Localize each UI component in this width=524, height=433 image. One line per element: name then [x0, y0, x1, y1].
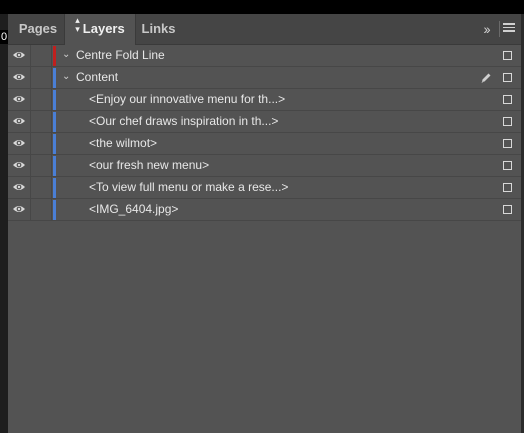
layer-name: Content [76, 70, 119, 84]
tab-pages-label: Pages [18, 21, 58, 36]
eye-icon[interactable] [12, 114, 26, 128]
layer-color-swatch [53, 134, 56, 154]
object-row[interactable]: <the wilmot> [8, 133, 521, 155]
eye-icon[interactable] [12, 48, 26, 62]
pen-icon [479, 71, 493, 85]
chevron-down-icon[interactable]: ⌄ [62, 71, 72, 83]
lock-column[interactable] [30, 89, 31, 110]
select-square-icon[interactable] [503, 205, 512, 214]
column-divider [51, 133, 52, 154]
layer-list: ⌄ Centre Fold Line ⌄ Content <Enjoy our inno… [8, 45, 521, 221]
object-name: <Our chef draws inspiration in th...> [89, 114, 279, 128]
object-row[interactable]: <IMG_6404.jpg> [8, 199, 521, 221]
layer-color-swatch [53, 156, 56, 176]
layer-row[interactable]: ⌄ Content [8, 67, 521, 89]
object-row[interactable]: <To view full menu or make a rese...> [8, 177, 521, 199]
column-divider [51, 199, 52, 220]
lock-column[interactable] [30, 155, 31, 176]
column-divider [51, 111, 52, 132]
column-divider [51, 45, 52, 66]
eye-icon[interactable] [12, 202, 26, 216]
layer-color-swatch [53, 46, 56, 66]
lock-column[interactable] [30, 177, 31, 198]
layer-color-swatch [53, 112, 56, 132]
column-divider [51, 155, 52, 176]
select-square-icon[interactable] [503, 161, 512, 170]
select-square-icon[interactable] [503, 73, 512, 82]
top-bar [0, 0, 524, 14]
tab-layers-label: Layers [82, 21, 125, 36]
column-divider [51, 89, 52, 110]
select-square-icon[interactable] [503, 95, 512, 104]
chevron-down-icon[interactable]: ⌄ [62, 49, 72, 61]
object-name: <our fresh new menu> [89, 158, 210, 172]
panel-menu-separator [499, 21, 500, 37]
eye-icon[interactable] [12, 180, 26, 194]
lock-column[interactable] [30, 133, 31, 154]
up-down-arrows-icon: ▴ ▾ [75, 15, 80, 34]
tab-layers[interactable]: ▴ ▾ Layers [64, 14, 136, 45]
column-divider [51, 67, 52, 88]
select-square-icon[interactable] [503, 51, 512, 60]
lock-column[interactable] [30, 45, 31, 66]
select-square-icon[interactable] [503, 183, 512, 192]
object-row[interactable]: <our fresh new menu> [8, 155, 521, 177]
object-name: <the wilmot> [89, 136, 158, 150]
object-row[interactable]: <Enjoy our innovative menu for th...> [8, 89, 521, 111]
object-row[interactable]: <Our chef draws inspiration in th...> [8, 111, 521, 133]
layers-panel: Pages ▴ ▾ Layers Links ›› ⌄ Centre Fold Lin… [8, 14, 521, 433]
lock-column[interactable] [30, 111, 31, 132]
tab-links[interactable]: Links [135, 14, 182, 44]
tab-links-label: Links [141, 21, 176, 36]
tab-pages[interactable]: Pages [12, 14, 64, 44]
eye-icon[interactable] [12, 70, 26, 84]
hamburger-menu-icon[interactable] [503, 23, 515, 35]
layer-color-swatch [53, 90, 56, 110]
eye-icon[interactable] [12, 158, 26, 172]
object-name: <Enjoy our innovative menu for th...> [89, 92, 286, 106]
eye-icon[interactable] [12, 92, 26, 106]
layer-color-swatch [53, 68, 56, 88]
layer-color-swatch [53, 200, 56, 220]
ruler-zero-label: 0 [0, 30, 9, 44]
layer-row[interactable]: ⌄ Centre Fold Line [8, 45, 521, 67]
object-name: <IMG_6404.jpg> [89, 202, 179, 216]
layer-color-swatch [53, 178, 56, 198]
eye-icon[interactable] [12, 136, 26, 150]
column-divider [51, 177, 52, 198]
select-square-icon[interactable] [503, 139, 512, 148]
left-ruler-strip [0, 14, 8, 433]
double-chevron-right-icon[interactable]: ›› [477, 21, 495, 37]
lock-column[interactable] [30, 199, 31, 220]
layer-name: Centre Fold Line [76, 48, 165, 62]
panel-tab-bar: Pages ▴ ▾ Layers Links ›› [8, 14, 521, 45]
lock-column[interactable] [30, 67, 31, 88]
object-name: <To view full menu or make a rese...> [89, 180, 289, 194]
select-square-icon[interactable] [503, 117, 512, 126]
